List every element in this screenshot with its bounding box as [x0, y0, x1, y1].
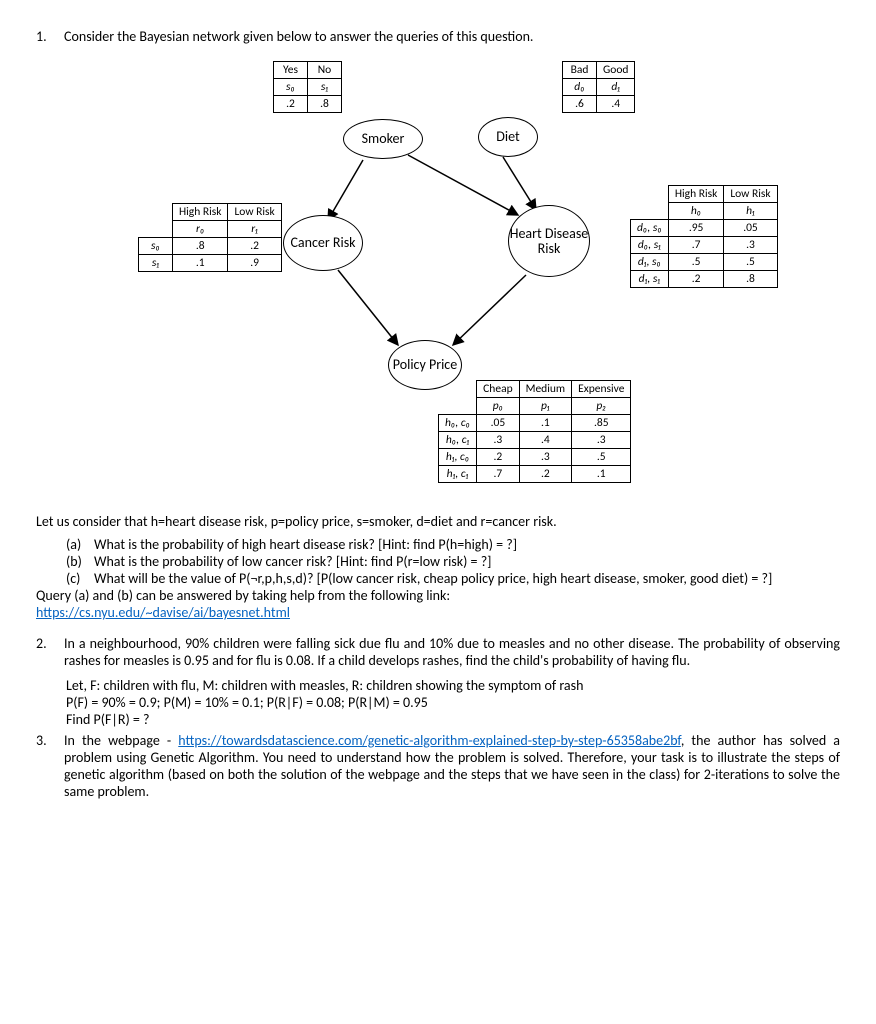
q2-p1: In a neighbourhood, 90% children were fa… — [64, 635, 840, 669]
q2-p2: Let, F: children with flu, M: children w… — [66, 677, 840, 694]
node-cancer: Cancer Risk — [283, 215, 363, 271]
smoker-table: YesNo s₀s₁ .2.8 — [273, 61, 342, 113]
node-diet: Diet — [478, 117, 538, 157]
q1-intro: Consider the Bayesian network given belo… — [64, 28, 840, 45]
q2-number: 2. — [36, 635, 64, 669]
genetic-algo-link[interactable]: https://towardsdatascience.com/genetic-a… — [178, 732, 681, 749]
question-1: 1. Consider the Bayesian network given b… — [36, 28, 840, 45]
question-3: 3. In the webpage - https://towardsdatas… — [36, 732, 840, 800]
node-heart: Heart Disease Risk — [508, 205, 590, 277]
q1-a: (a) What is the probability of high hear… — [66, 536, 840, 553]
bayesian-network-diagram: YesNo s₀s₁ .2.8 BadGood d₀d₁ .6.4 High R… — [58, 55, 818, 495]
diet-table: BadGood d₀d₁ .6.4 — [562, 61, 635, 113]
bayesnet-link[interactable]: https://cs.nyu.edu/~davise/ai/bayesnet.h… — [36, 604, 290, 621]
q2-p4: Find P(F|R) = ? — [66, 711, 840, 728]
heart-risk-table: High RiskLow Risk h₀h₁ d₀, s₀.95.05 d₀, … — [630, 185, 778, 288]
q1-query-note: Query (a) and (b) can be answered by tak… — [36, 587, 840, 604]
q3-number: 3. — [36, 732, 64, 800]
node-policy: Policy Price — [388, 340, 462, 390]
cancer-risk-table: High RiskLow Risk r₀r₁ s₀.8.2 s₁.1.9 — [138, 203, 282, 272]
q1-consider: Let us consider that h=heart disease ris… — [36, 513, 840, 530]
q1-b: (b) What is the probability of low cance… — [66, 553, 840, 570]
policy-price-table: CheapMediumExpensive p₀p₁p₂ h₀, c₀.05.1.… — [438, 380, 631, 483]
q1-number: 1. — [36, 28, 64, 45]
question-2: 2. In a neighbourhood, 90% children were… — [36, 635, 840, 669]
node-smoker: Smoker — [343, 119, 423, 159]
q2-p3: P(F) = 90% = 0.9; P(M) = 10% = 0.1; P(R|… — [66, 694, 840, 711]
q1-c: (c) What will be the value of P(¬r,p,h,s… — [66, 570, 840, 587]
q3-body: In the webpage - https://towardsdatascie… — [64, 732, 840, 800]
